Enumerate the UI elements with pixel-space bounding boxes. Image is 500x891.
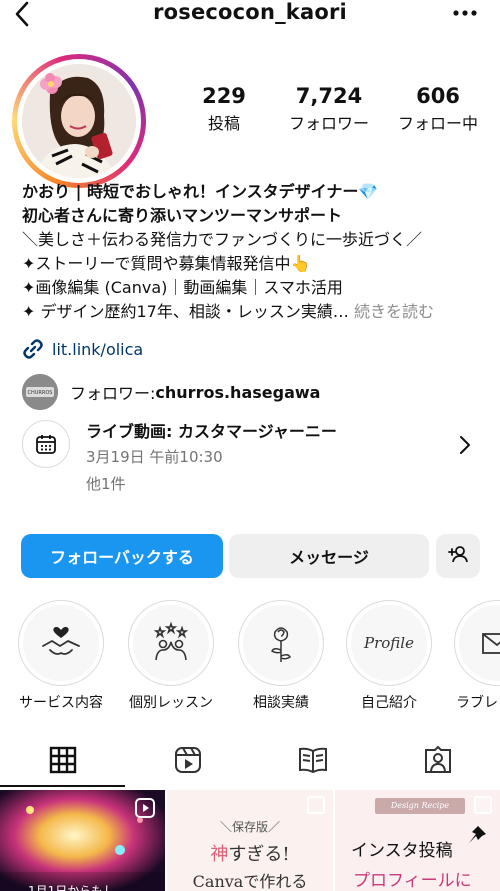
followed-by-name: churros.hasegawa [155,382,321,402]
highlight-love[interactable]: ラブレ [454,600,500,712]
tab-grid[interactable] [0,736,125,788]
profile-avatar[interactable] [12,54,146,188]
active-tab-indicator [0,785,125,787]
stat-following-label: フォロー中 [397,114,478,133]
tab-reels[interactable] [125,736,250,788]
bio-line: ✦ストーリーで質問や募集情報発信中👆 [22,254,311,273]
highlight-results[interactable]: 相談実績 [238,600,324,712]
book-icon [298,746,328,778]
post-headline: 神すぎる! [210,844,290,865]
envelope-icon [459,605,500,681]
stat-followers-count: 7,724 [295,84,363,108]
highlight-label: 個別レッスン [129,695,213,711]
profile-bio: かおり | 時短でおしゃれ！インスタデザイナー💎 初心者さんに寄り添いマンツーマ… [22,180,492,324]
grid-post[interactable]: 1月1日からもし [0,790,165,891]
highlight-cover-text: Profile [364,634,414,652]
post-label: ＼保存版／ [219,820,280,834]
profile-photo [22,64,136,178]
post-subline: プロフィールに [353,871,472,891]
highlight-love-clip[interactable]: ラブレ [454,600,500,720]
grid-icon [49,746,77,778]
upcoming-event[interactable]: ライブ動画: カスタマージャーニー 3月19日 午前10:30 他1件 [22,416,482,500]
post-label: Design Recipe [375,798,465,814]
post-headline: インスタ投稿 [351,841,453,861]
event-title: ライブ動画: カスタマージャーニー [86,422,337,441]
calendar-icon [22,420,70,468]
multiple-posts-icon [307,796,325,814]
chevron-right-icon [458,434,472,460]
highlight-label: サービス内容 [19,695,103,711]
tab-guides[interactable] [250,736,375,788]
follower-avatar: CHURROS [22,374,58,410]
stat-followers-label: フォロワー [288,114,369,133]
stat-posts[interactable]: 229 投稿 [184,84,264,134]
more-options-icon[interactable] [452,0,478,26]
event-date: 3月19日 午前10:30 [86,448,223,466]
stat-posts-label: 投稿 [207,114,240,133]
highlight-profile[interactable]: Profile 自己紹介 [346,600,432,712]
bio-line: ✦画像編集 (Canva)｜動画編集｜スマホ活用 [22,278,343,297]
read-more-link[interactable]: 続きを読む [349,302,434,321]
post-subline: Canvaで作れる [192,872,308,891]
highlight-label: 自己紹介 [361,695,417,711]
bio-line: ＼美しさ＋伝わる発信力でファンづくりに一歩近づく／ [22,230,423,249]
link-text: lit.link/olica [52,339,144,359]
tagged-person-icon [424,745,452,778]
bio-line: ✦ デザイン歴約17年、相談・レッスン実績… [22,302,349,321]
bio-line-last: ✦ デザイン歴約17年、相談・レッスン実績… 続きを読む [22,300,492,324]
followed-by-prefix: フォロワー: [70,384,156,403]
people-stars-icon [133,605,209,681]
grid-post[interactable]: Design Recipe インスタ投稿 プロフィールに [335,790,500,891]
stat-following[interactable]: 606 フォロー中 [388,84,488,134]
highlight-label: ラブレ [456,695,498,711]
multiple-posts-icon [474,796,492,814]
profile-text-icon: Profile [351,605,427,681]
stat-followers[interactable]: 7,724 フォロワー [280,84,378,134]
highlight-lessons[interactable]: 個別レッスン [128,600,214,712]
profile-tabs [0,736,500,788]
link-icon [22,338,44,360]
grid-post-caption: 1月1日からもし [28,884,116,891]
followed-by-row[interactable]: CHURROS フォロワー: churros.hasegawa [22,374,320,410]
svg-text:CHURROS: CHURROS [28,390,53,396]
highlight-services[interactable]: サービス内容 [18,600,104,712]
profile-link[interactable]: lit.link/olica [22,338,143,360]
stat-following-count: 606 [416,84,460,108]
reels-icon [174,746,202,778]
grid-post[interactable]: ＼保存版／ 神すぎる! Canvaで作れる [167,790,333,891]
message-button[interactable]: メッセージ [229,534,429,578]
bio-line: 初心者さんに寄り添いマンツーマンサポート [22,206,343,225]
handshake-heart-icon [23,605,99,681]
add-person-icon [447,543,469,569]
highlight-label: 相談実績 [253,695,309,711]
stat-posts-count: 229 [202,84,246,108]
suggested-users-button[interactable] [436,534,480,578]
tab-tagged[interactable] [375,736,500,788]
profile-username: rosecocon_kaori [153,0,347,24]
pin-icon [466,824,488,850]
video-icon [135,798,155,822]
bio-line: かおり | 時短でおしゃれ！インスタデザイナー💎 [22,182,379,201]
event-other-count: 他1件 [86,475,126,493]
rose-icon [243,605,319,681]
follow-back-button[interactable]: フォローバックする [21,534,223,578]
